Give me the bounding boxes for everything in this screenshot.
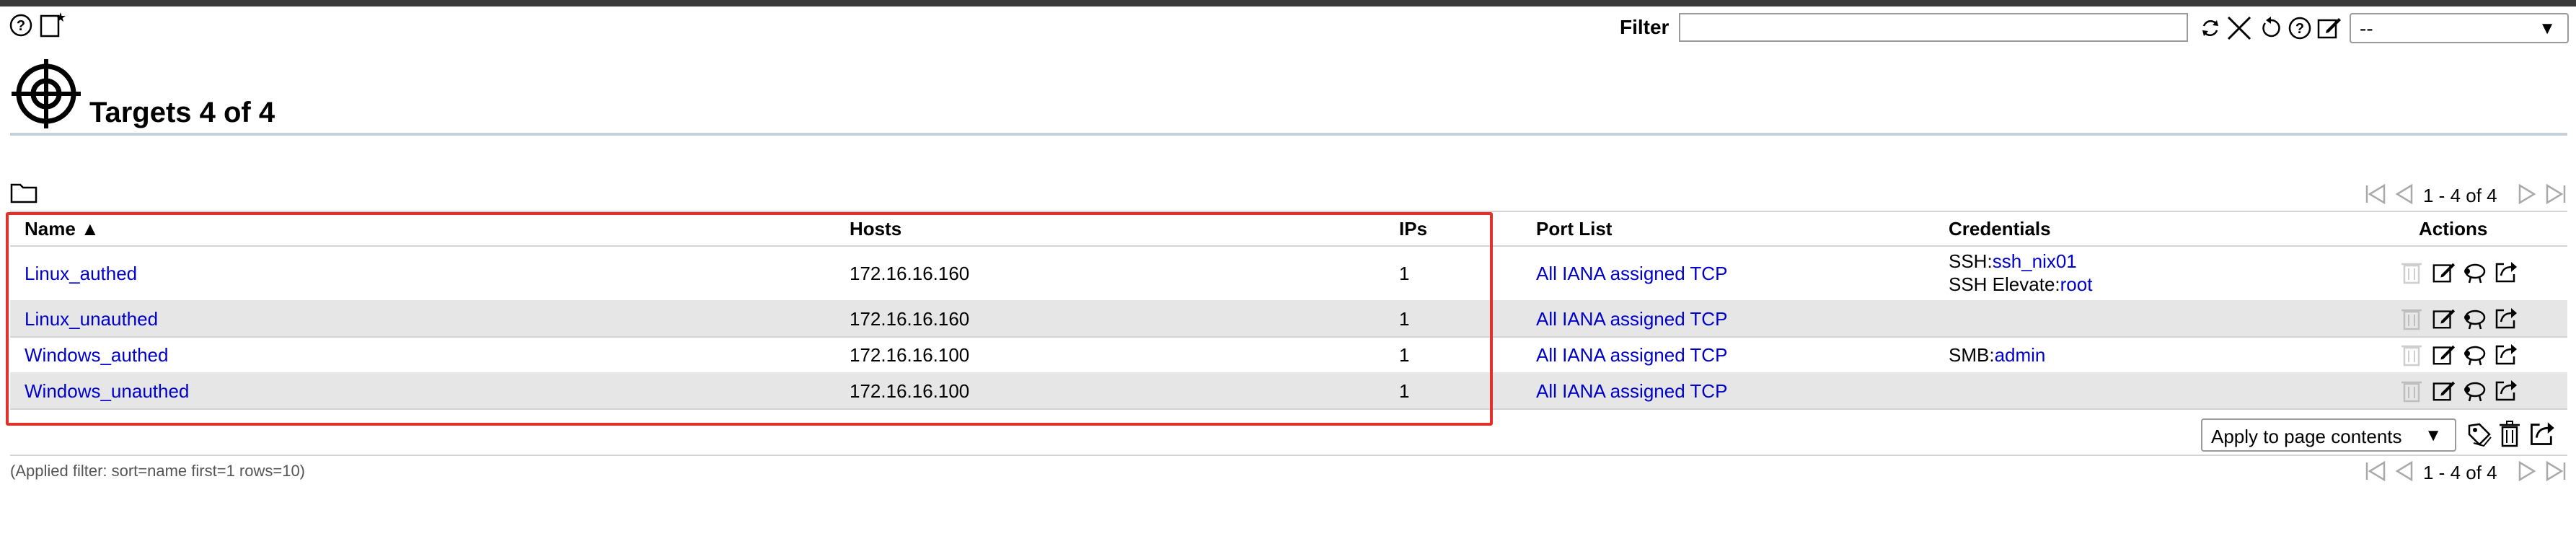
applied-filter-text: (Applied filter: sort=name first=1 rows=… <box>10 462 306 480</box>
edit-icon[interactable] <box>2432 378 2456 403</box>
filter-label: Filter <box>1620 16 1669 38</box>
top-bar <box>0 0 2576 6</box>
export-icon[interactable] <box>2528 420 2556 447</box>
next-page-icon[interactable] <box>2517 183 2538 205</box>
reset-icon[interactable] <box>2259 16 2283 40</box>
credentials-cell: SMB:admin <box>1949 344 2045 367</box>
edit-icon[interactable] <box>2432 342 2456 367</box>
chevron-down-icon: ▼ <box>2425 426 2442 445</box>
port-list-link[interactable]: All IANA assigned TCP <box>1536 308 1727 330</box>
last-page-icon[interactable] <box>2544 460 2567 482</box>
trash-icon[interactable] <box>2400 306 2423 330</box>
edit-icon[interactable] <box>2432 260 2456 284</box>
pager-count: 1 - 4 of 4 <box>2423 185 2497 206</box>
last-page-icon[interactable] <box>2544 183 2567 205</box>
column-header-port-list[interactable]: Port List <box>1536 218 1612 240</box>
credential-link[interactable]: admin <box>1995 344 2046 366</box>
new-target-icon[interactable]: ★ <box>39 10 66 38</box>
credential-type: SSH: <box>1949 250 1993 272</box>
edit-icon[interactable] <box>2316 14 2342 40</box>
help-icon[interactable]: ? <box>2288 16 2312 40</box>
port-list-link[interactable]: All IANA assigned TCP <box>1536 380 1727 403</box>
export-icon[interactable] <box>2494 306 2518 330</box>
credential-link[interactable]: ssh_nix01 <box>1993 250 2077 272</box>
previous-page-icon[interactable] <box>2393 183 2414 205</box>
highlight-box <box>6 212 1493 426</box>
pager-count: 1 - 4 of 4 <box>2423 462 2497 483</box>
target-icon <box>10 58 82 130</box>
filter-input[interactable] <box>1679 13 2188 42</box>
footer-divider <box>10 455 2567 456</box>
folder-icon[interactable] <box>10 182 38 203</box>
column-header-actions: Actions <box>2419 218 2488 240</box>
trash-icon[interactable] <box>2400 260 2423 284</box>
trash-icon[interactable] <box>2498 420 2521 447</box>
filter-select[interactable]: -- ▼ <box>2350 13 2569 43</box>
clear-icon[interactable] <box>2226 14 2253 42</box>
export-icon[interactable] <box>2494 260 2518 284</box>
next-page-icon[interactable] <box>2517 460 2538 482</box>
previous-page-icon[interactable] <box>2393 460 2414 482</box>
first-page-icon[interactable] <box>2364 460 2387 482</box>
column-header-credentials[interactable]: Credentials <box>1949 218 2051 240</box>
svg-text:?: ? <box>2295 21 2304 37</box>
edit-icon[interactable] <box>2432 306 2456 330</box>
trash-icon[interactable] <box>2400 378 2423 403</box>
bulk-action-select[interactable]: Apply to page contents ▼ <box>2201 418 2456 452</box>
tag-icon[interactable] <box>2466 421 2492 447</box>
clone-icon[interactable] <box>2462 261 2488 284</box>
svg-text:?: ? <box>17 18 25 34</box>
title-divider <box>10 133 2567 136</box>
svg-text:★: ★ <box>55 10 66 25</box>
chevron-down-icon: ▼ <box>2538 19 2556 38</box>
credential-link[interactable]: root <box>2060 273 2093 295</box>
export-icon[interactable] <box>2494 342 2518 367</box>
port-list-link[interactable]: All IANA assigned TCP <box>1536 263 1727 285</box>
credentials-cell: SSH:ssh_nix01 SSH Elevate:root <box>1949 250 2092 296</box>
trash-icon[interactable] <box>2400 342 2423 367</box>
help-icon[interactable]: ? <box>9 13 33 38</box>
first-page-icon[interactable] <box>2364 183 2387 205</box>
port-list-link[interactable]: All IANA assigned TCP <box>1536 344 1727 367</box>
refresh-icon[interactable] <box>2198 16 2223 40</box>
credential-type: SSH Elevate: <box>1949 273 2060 295</box>
credential-type: SMB: <box>1949 344 1995 366</box>
page-title: Targets 4 of 4 <box>89 97 275 128</box>
export-icon[interactable] <box>2494 378 2518 403</box>
clone-icon[interactable] <box>2462 380 2488 403</box>
clone-icon[interactable] <box>2462 343 2488 367</box>
clone-icon[interactable] <box>2462 307 2488 330</box>
